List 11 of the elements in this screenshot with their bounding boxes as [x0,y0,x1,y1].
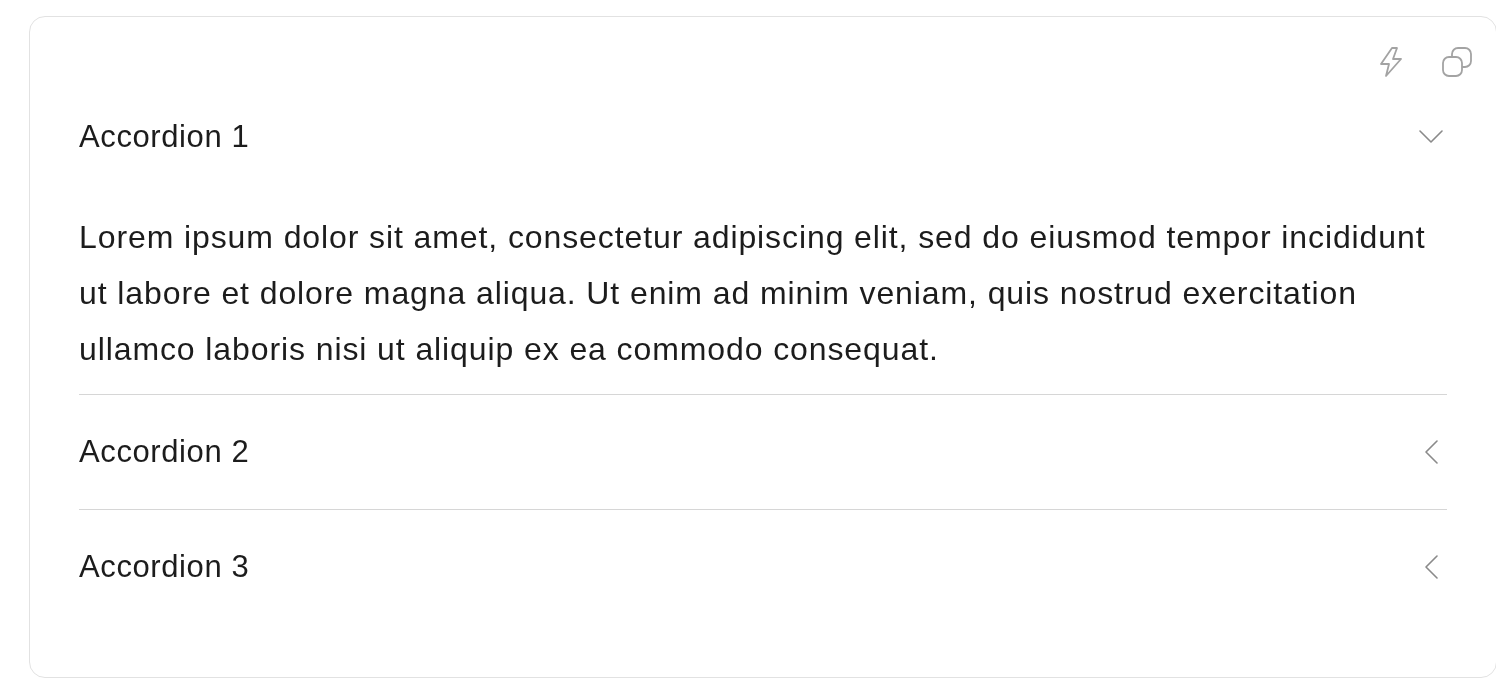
accordion-header[interactable]: Accordion 3 [79,510,1447,624]
lightning-icon [1378,47,1404,77]
accordion-content: Lorem ipsum dolor sit amet, consectetur adipiscing elit, sed do eiusmod tempor incididunt ut labore et dolore magna aliqua. Ut enim ad minim veniam, quis nostrud exercitation ullamco laboris nisi ut aliquip ex ea commodo consequat. [79,218,1427,369]
lightning-icon-button[interactable] [1378,47,1404,77]
accordion-title: Accordion 2 [79,432,250,471]
copy-icon [1442,47,1472,77]
accordion-header[interactable]: Accordion 2 [79,395,1447,509]
accordion-title: Accordion 3 [79,547,250,586]
copy-button[interactable] [1442,47,1472,77]
accordion-title: Accordion 1 [79,117,250,156]
accordion-header[interactable]: Accordion 1 [79,80,1447,194]
